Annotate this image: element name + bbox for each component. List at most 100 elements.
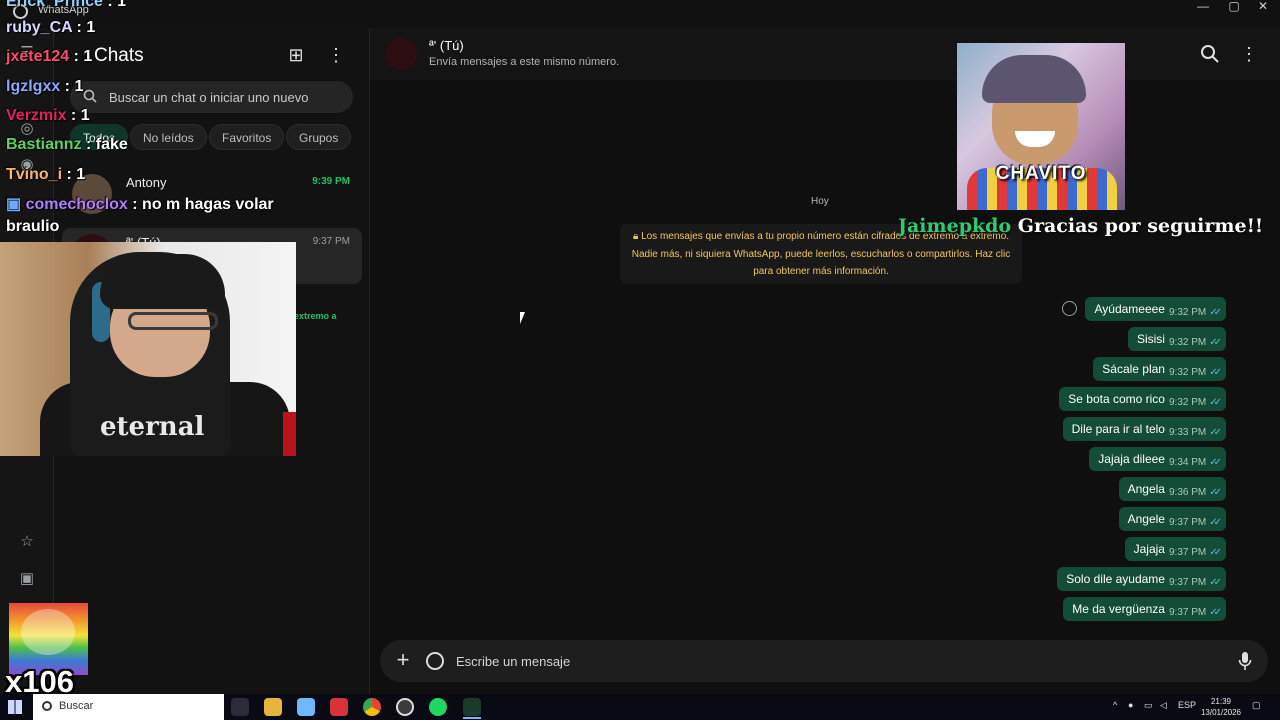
chat-text: : 1 [102, 0, 127, 10]
message-time: 9:37 PM [1168, 606, 1207, 618]
taskbar-search[interactable]: Buscar [33, 694, 224, 720]
message-composer[interactable]: + [380, 640, 1268, 682]
media-icon[interactable]: ▣ [18, 570, 36, 588]
chat-user: lgzlgxx [6, 78, 61, 95]
message-time: 9:32 PM [1168, 336, 1207, 348]
plus-icon[interactable]: + [392, 649, 414, 671]
search-icon [83, 89, 97, 103]
new-chat-icon[interactable]: ⊞ [285, 44, 307, 66]
glasses [128, 312, 218, 330]
taskbar-clock[interactable]: 21:39 13/01/2026 [1198, 696, 1244, 718]
close-button[interactable]: ✕ [1246, 0, 1280, 28]
title-bar: WhatsApp — ▢ ✕ [0, 0, 1280, 28]
message-bubble[interactable]: Angela 9:36 PM ✓✓ [1118, 477, 1226, 501]
follow-alert-text: Jaimepkdo Gracias por seguirme!! [898, 215, 1263, 237]
chat-text: : 1 [72, 19, 96, 36]
search-bar[interactable] [70, 81, 353, 113]
tray-chevron-icon[interactable]: ^ [1113, 700, 1117, 710]
clock-time: 21:39 [1210, 697, 1232, 706]
message-bubble[interactable]: Ayúdameeee 9:32 PM ✓✓ [1085, 297, 1226, 321]
chat-user: ruby_CA [6, 19, 73, 36]
message-text: Ayúdameeee [1094, 302, 1165, 316]
read-ticks-icon: ✓✓ [1209, 606, 1222, 618]
message-time: 9:32 PM [1168, 396, 1207, 408]
search-icon [42, 701, 52, 711]
message-bubble[interactable]: Solo dile ayudame 9:37 PM ✓✓ [1057, 567, 1226, 591]
language-indicator[interactable]: ESP [1178, 700, 1196, 710]
message-text: Jajaja dileee [1098, 452, 1165, 466]
message-bubble[interactable]: Jajaja 9:37 PM ✓✓ [1124, 537, 1226, 561]
notifications-icon[interactable]: ▢ [1252, 700, 1261, 711]
message-bubble[interactable]: Me da vergüenza 9:37 PM ✓✓ [1063, 597, 1226, 621]
message-bubble[interactable]: Jajaja dileee 9:34 PM ✓✓ [1089, 447, 1226, 471]
message-bubble[interactable]: Sisisi 9:32 PM ✓✓ [1127, 327, 1226, 351]
obs-icon[interactable] [396, 698, 414, 716]
minimize-button[interactable]: — [1186, 0, 1220, 28]
message-text: Solo dile ayudame [1066, 572, 1165, 586]
read-ticks-icon: ✓✓ [1209, 306, 1222, 318]
windows-start-icon[interactable] [8, 700, 22, 714]
read-ticks-icon: ✓✓ [1209, 576, 1222, 588]
app-icon[interactable] [330, 698, 348, 716]
notepad-icon[interactable] [297, 698, 315, 716]
chat-user: Bastiannz [6, 136, 82, 153]
more-vert-icon[interactable]: ⋮ [325, 44, 347, 66]
mic-icon[interactable] [1238, 651, 1252, 671]
filter-no-leidos[interactable]: No leídos [130, 124, 207, 150]
filter-grupos[interactable]: Grupos [286, 124, 352, 150]
chat-time: 9:39 PM [312, 176, 350, 187]
read-ticks-icon: ✓✓ [1209, 336, 1222, 348]
more-vert-icon[interactable]: ⋮ [1238, 43, 1260, 65]
mic-tray-icon[interactable]: ● [1128, 700, 1133, 710]
follow-text: Gracias por seguirme!! [1017, 215, 1264, 237]
message-time: 9:32 PM [1168, 366, 1207, 378]
follow-alert-image: CHAVITO [957, 43, 1125, 210]
task-view-icon[interactable] [231, 698, 249, 716]
emoji-icon[interactable] [1062, 301, 1077, 316]
chat-text: : 1 [62, 166, 86, 183]
conversation-header[interactable]: ª' (Tú) Envía mensajes a este mismo núme… [370, 28, 1280, 80]
contact-name: ª' (Tú) [429, 38, 464, 53]
stream-chat-line: Verzmix : 1 [6, 107, 90, 125]
message-bubble[interactable]: Angele 9:37 PM ✓✓ [1118, 507, 1226, 531]
badge-face [21, 609, 75, 655]
taskbar: Buscar ^ ● ▭ ◁ ESP 21:39 13/01/2026 ▢ [0, 694, 1280, 720]
mouse-cursor-icon [520, 312, 525, 324]
chrome-icon[interactable] [363, 698, 381, 716]
chat-user: braulio [6, 218, 60, 235]
message-bubble[interactable]: Se bota como rico 9:32 PM ✓✓ [1059, 387, 1226, 411]
avatar[interactable] [385, 38, 417, 70]
active-app-indicator [463, 717, 481, 719]
sticker-icon[interactable] [426, 652, 444, 670]
message-input[interactable] [456, 651, 1216, 671]
spotify-icon[interactable] [429, 698, 447, 716]
message-bubble[interactable]: Sácale plan 9:32 PM ✓✓ [1093, 357, 1226, 381]
network-icon[interactable]: ▭ [1144, 700, 1153, 711]
shirt-print: eternal [100, 412, 205, 442]
starred-icon[interactable]: ☆ [18, 533, 36, 551]
read-ticks-icon: ✓✓ [1209, 486, 1222, 498]
whatsapp-taskbar-icon[interactable] [463, 698, 481, 716]
chat-text: : 1 [60, 78, 84, 95]
follow-user: Jaimepkdo [898, 215, 1012, 237]
chat-name: Antony [126, 175, 167, 190]
search-icon[interactable] [1199, 43, 1221, 65]
message-bubble[interactable]: Dile para ir al telo 9:33 PM ✓✓ [1062, 417, 1226, 441]
chat-time: 9:37 PM [312, 236, 350, 247]
message-time: 9:34 PM [1168, 456, 1207, 468]
volume-icon[interactable]: ◁ [1160, 700, 1167, 711]
read-ticks-icon: ✓✓ [1209, 426, 1222, 438]
chat-user: Verzmix [6, 107, 67, 124]
search-input[interactable] [109, 87, 339, 107]
page-title: Chats [94, 45, 144, 66]
file-explorer-icon[interactable] [264, 698, 282, 716]
message-text: Se bota como rico [1068, 392, 1165, 406]
chat-user: Tvino_i [6, 166, 63, 183]
encryption-text: Los mensajes que envías a tu propio núme… [631, 231, 1011, 277]
chair [283, 412, 296, 456]
stream-chat-line: lgzlgxx : 1 [6, 78, 83, 96]
chat-text: : 1 [69, 48, 93, 65]
stream-chat-line: Tvino_i : 1 [6, 166, 85, 184]
filter-favoritos[interactable]: Favoritos [209, 124, 285, 150]
read-ticks-icon: ✓✓ [1209, 456, 1222, 468]
